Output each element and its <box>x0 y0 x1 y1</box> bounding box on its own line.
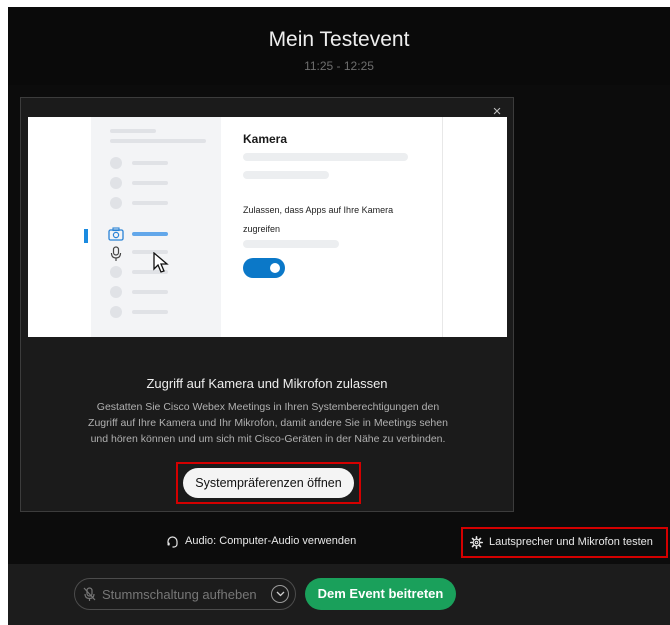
placeholder-dot <box>110 177 122 189</box>
placeholder-line <box>132 161 168 165</box>
open-system-preferences-button[interactable]: Systempräferenzen öffnen <box>183 468 354 498</box>
placeholder-line <box>132 181 168 185</box>
unmute-label: Stummschaltung aufheben <box>102 586 257 602</box>
active-line <box>132 232 168 236</box>
event-title: Mein Testevent <box>268 28 410 51</box>
mute-control-group: Stummschaltung aufheben <box>74 578 296 610</box>
bottom-controls: Stummschaltung aufheben Dem Event beitre… <box>8 564 670 625</box>
audio-option-button[interactable]: Audio: Computer-Audio verwenden <box>166 532 356 550</box>
permission-dialog: × Kamera Zulassen, dass Apps auf Ihre Ka… <box>20 97 514 512</box>
audio-options-dropdown[interactable] <box>271 585 289 603</box>
join-event-button[interactable]: Dem Event beitreten <box>305 578 456 610</box>
placeholder-dot <box>110 157 122 169</box>
gear-icon <box>470 535 483 549</box>
unmute-button[interactable]: Stummschaltung aufheben <box>83 579 257 609</box>
test-speaker-mic-label: Lautsprecher und Mikrofon testen <box>489 536 653 548</box>
card-title: Kamera <box>243 132 288 146</box>
placeholder-dot <box>110 306 122 318</box>
toggle-knob <box>270 263 280 273</box>
headset-icon <box>167 535 178 548</box>
audio-row: Audio: Computer-Audio verwenden Lautspre… <box>8 525 670 559</box>
camera-toggle <box>243 258 285 278</box>
card-text: Zulassen, dass Apps auf Ihre Kamera zugr… <box>243 205 394 234</box>
placeholder-dot <box>110 286 122 298</box>
placeholder-line <box>132 310 168 314</box>
dialog-heading: Zugriff auf Kamera und Mikrofon zulassen <box>146 376 388 391</box>
camera-settings-card: Kamera Zulassen, dass Apps auf Ihre Kame… <box>221 117 443 337</box>
mic-muted-icon <box>83 586 96 601</box>
placeholder-line <box>132 290 168 294</box>
placeholder-line <box>243 240 339 248</box>
event-time: 11:25 - 12:25 <box>304 59 374 73</box>
permission-illustration: Kamera Zulassen, dass Apps auf Ihre Kame… <box>28 117 507 337</box>
dialog-body: Gestatten Sie Cisco Webex Meetings in Ih… <box>88 401 448 445</box>
chevron-down-icon <box>276 591 284 597</box>
mouse-cursor-icon <box>153 252 169 273</box>
audio-option-label: Audio: Computer-Audio verwenden <box>185 535 357 547</box>
placeholder-dot <box>110 197 122 209</box>
placeholder-line <box>243 153 408 161</box>
placeholder-line <box>110 139 206 143</box>
microphone-icon <box>110 246 122 261</box>
placeholder-line <box>110 129 156 133</box>
event-header: Mein Testevent 11:25 - 12:25 <box>8 7 670 85</box>
webex-preview-window: Mein Testevent 11:25 - 12:25 × Kamera Zu… <box>8 7 670 625</box>
active-indicator <box>84 229 88 243</box>
camera-icon <box>108 227 124 241</box>
placeholder-dot <box>110 266 122 278</box>
placeholder-line <box>243 171 329 179</box>
test-speaker-mic-button[interactable]: Lautsprecher und Mikrofon testen <box>470 533 653 551</box>
placeholder-line <box>132 201 168 205</box>
